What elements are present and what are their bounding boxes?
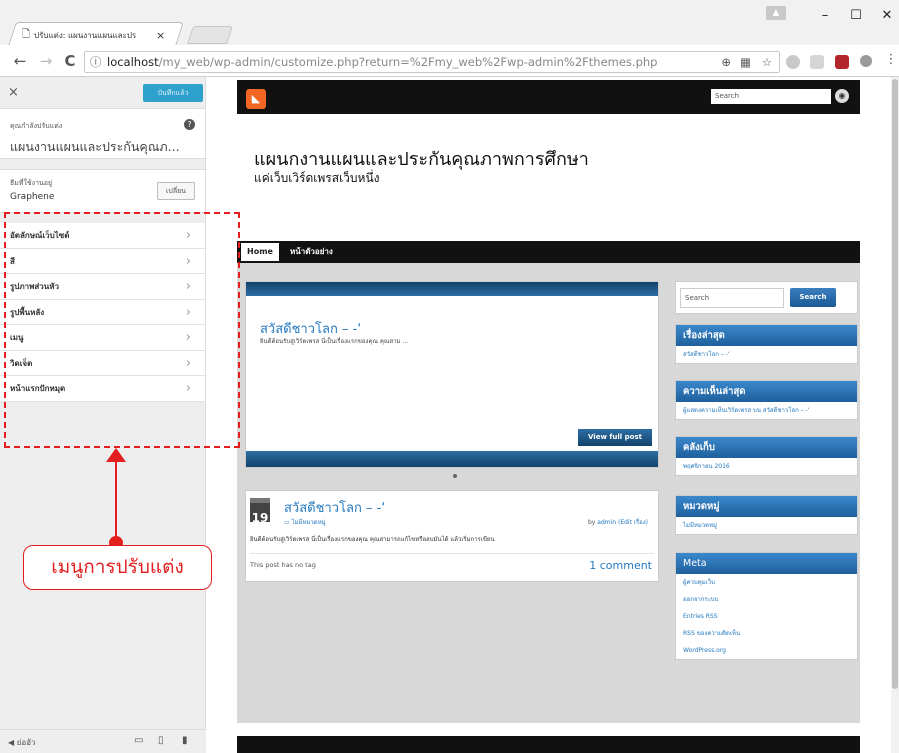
url-path: /my_web/wp-admin/customize.php?return=%2…: [158, 55, 658, 69]
post-date-day: 19: [250, 498, 270, 525]
post-card: 19 สวัสดีชาวโลก – -‘ ▭ ไม่มีหมวดหมู่ by …: [245, 490, 659, 582]
active-theme-section: ธีมที่ใช้งานอยู่ Graphene เปลี่ยน: [0, 169, 205, 213]
rss-icon[interactable]: ◣: [246, 89, 266, 109]
widget-title: ความเห็นล่าสุด: [676, 381, 857, 402]
post-edit-link[interactable]: (Edit เรื่อง): [616, 519, 648, 526]
tab-title: ปรับแต่ง: แผนงานแผนและปร: [34, 30, 137, 40]
preview-scrollbar[interactable]: [891, 77, 899, 753]
annotation-callout: เมนูการปรับแต่ง: [23, 545, 212, 590]
tab-strip: 🗋 ปรับแต่ง: แผนงานแผนและปร × ▲ – ☐ ✕: [0, 0, 899, 46]
search-icon[interactable]: ◉: [835, 89, 849, 103]
widget-link[interactable]: Entries RSS: [676, 608, 857, 625]
preview-top-bar: ◣ Search ◉: [237, 80, 860, 114]
reload-button[interactable]: C: [60, 52, 80, 70]
camera-extension-icon[interactable]: [860, 55, 872, 67]
collapse-label: ย่ออัว: [16, 738, 36, 747]
forward-button[interactable]: →: [36, 52, 56, 70]
new-tab-button[interactable]: [187, 26, 233, 44]
widget-title: หมวดหมู่: [676, 496, 857, 517]
sidebar-search-button[interactable]: Search: [790, 288, 836, 307]
extension-icon[interactable]: [810, 55, 824, 69]
minimize-button[interactable]: –: [815, 8, 835, 23]
widget-link[interactable]: สวัสดีชาวโลก – -‘: [676, 346, 857, 363]
collapse-icon: ◀: [8, 738, 15, 747]
sidebar-search-input[interactable]: Search: [680, 288, 784, 308]
window-close-button[interactable]: ✕: [877, 8, 897, 23]
widget-link[interactable]: พฤศจิกายน 2016: [676, 458, 857, 475]
slider-dot[interactable]: [453, 474, 457, 478]
tablet-preview-icon[interactable]: ▯: [158, 735, 164, 746]
profile-icon[interactable]: ▲: [766, 6, 786, 20]
post-author-line: by admin (Edit เรื่อง): [588, 517, 648, 527]
post-excerpt: ยินดีต้อนรับสู่เวิร์ดเพรส นี่เป็นเรื่องแ…: [250, 536, 495, 543]
nav-home[interactable]: Home: [241, 243, 279, 261]
folder-icon: ▭: [284, 519, 290, 526]
post-by-label: by: [587, 519, 598, 526]
customizing-label: คุณกำลังปรับแต่ง: [10, 122, 63, 130]
site-nav: Home หน้าตัวอย่าง: [237, 241, 860, 263]
recent-comments-widget: ความเห็นล่าสุด ผู้แสดงความเห็นเวิร์ดเพรส…: [675, 380, 858, 420]
url-host: localhost: [107, 55, 159, 69]
help-icon[interactable]: ?: [184, 119, 195, 130]
meta-widget: Meta ผู้ควบคุมเว็บ ออกจากระบบ Entries RS…: [675, 552, 858, 660]
widget-title: คลังเก็บ: [676, 437, 857, 458]
post-category-label: ไม่มีหมวดหมู่: [291, 519, 326, 526]
address-bar[interactable]: ⓘ localhost/my_web/wp-admin/customize.ph…: [84, 51, 780, 73]
zoom-icon[interactable]: ⊕: [721, 52, 731, 72]
post-category[interactable]: ▭ ไม่มีหมวดหมู่: [284, 517, 326, 527]
close-icon[interactable]: ×: [8, 85, 19, 100]
categories-widget: หมวดหมู่ ไม่มีหมวดหมู่: [675, 495, 858, 535]
recent-posts-widget: เรื่องล่าสุด สวัสดีชาวโลก – -‘: [675, 324, 858, 364]
widget-link[interactable]: WordPress.org: [676, 642, 857, 659]
maximize-button[interactable]: ☐: [846, 8, 866, 23]
widget-link[interactable]: ผู้ควบคุมเว็บ: [676, 574, 857, 591]
view-full-post-button[interactable]: View full post: [578, 429, 652, 446]
tab-close-icon[interactable]: ×: [156, 29, 165, 42]
widget-title: เรื่องล่าสุด: [676, 325, 857, 346]
customizer-info: คุณกำลังปรับแต่ง แผนงานแผนและประกันคุณภ.…: [0, 109, 205, 159]
post-tags: This post has no tag: [250, 561, 316, 569]
info-icon[interactable]: ⓘ: [90, 52, 102, 72]
pdf-extension-icon[interactable]: [835, 55, 849, 69]
extension-icon[interactable]: [786, 55, 800, 69]
customizer-header: × บันทึกแล้ว: [0, 77, 205, 109]
preview-search-input[interactable]: Search: [711, 89, 831, 104]
browser-window: 🗋 ปรับแต่ง: แผนงานแผนและปร × ▲ – ☐ ✕ ← →…: [0, 0, 899, 753]
featured-slider: สวัสดีชาวโลก – -‘ ยินดีต้อนรับสู่เวิร์ดเ…: [245, 281, 659, 468]
mobile-preview-icon[interactable]: ▮: [182, 735, 188, 746]
widget-link[interactable]: ออกจากระบบ: [676, 591, 857, 608]
site-name: แผนงานแผนและประกันคุณภ...: [10, 139, 180, 154]
change-theme-button[interactable]: เปลี่ยน: [157, 182, 195, 200]
translate-icon[interactable]: ▦: [740, 52, 751, 72]
menu-icon[interactable]: ⋮: [881, 52, 899, 67]
save-button[interactable]: บันทึกแล้ว: [143, 84, 203, 102]
post-author[interactable]: admin: [597, 519, 616, 526]
widget-link[interactable]: ไม่มีหมวดหมู่: [676, 517, 857, 534]
nav-sample-page[interactable]: หน้าตัวอย่าง: [290, 243, 333, 261]
archives-widget: คลังเก็บ พฤศจิกายน 2016: [675, 436, 858, 476]
back-button[interactable]: ←: [10, 52, 30, 70]
slide-excerpt: ยินดีต้อนรับสู่เวิร์ดเพรส นี่เป็นเรื่องแ…: [260, 338, 409, 345]
site-content: สวัสดีชาวโลก – -‘ ยินดีต้อนรับสู่เวิร์ดเ…: [237, 263, 860, 723]
collapse-button[interactable]: ◀ ย่ออัว: [8, 736, 36, 749]
customizer-footer: ◀ ย่ออัว ▭ ▯ ▮: [0, 729, 206, 753]
site-description: แค่เว็บเวิร์ดเพรสเว็บหนึ่ง: [254, 171, 380, 185]
widget-title: Meta: [676, 553, 857, 574]
annotation-highlight-box: [4, 212, 240, 448]
sidebar-search-widget: Search Search: [675, 281, 858, 314]
site-preview: ◣ Search ◉ แผนกงานแผนและประกันคุณภาพการศ…: [207, 77, 899, 753]
post-comments-link[interactable]: 1 comment: [589, 559, 652, 572]
bookmark-star-icon[interactable]: ☆: [762, 52, 772, 72]
desktop-preview-icon[interactable]: ▭: [134, 735, 143, 746]
page-icon: 🗋: [22, 28, 31, 40]
site-footer: [237, 736, 860, 753]
annotation-arrow-line: [115, 460, 117, 540]
post-title[interactable]: สวัสดีชาวโลก – -‘: [284, 497, 385, 518]
widget-link[interactable]: RSS ของความคิดเห็น: [676, 625, 857, 642]
widget-link[interactable]: ผู้แสดงความเห็นเวิร์ดเพรส บน สวัสดีชาวโล…: [676, 402, 857, 419]
